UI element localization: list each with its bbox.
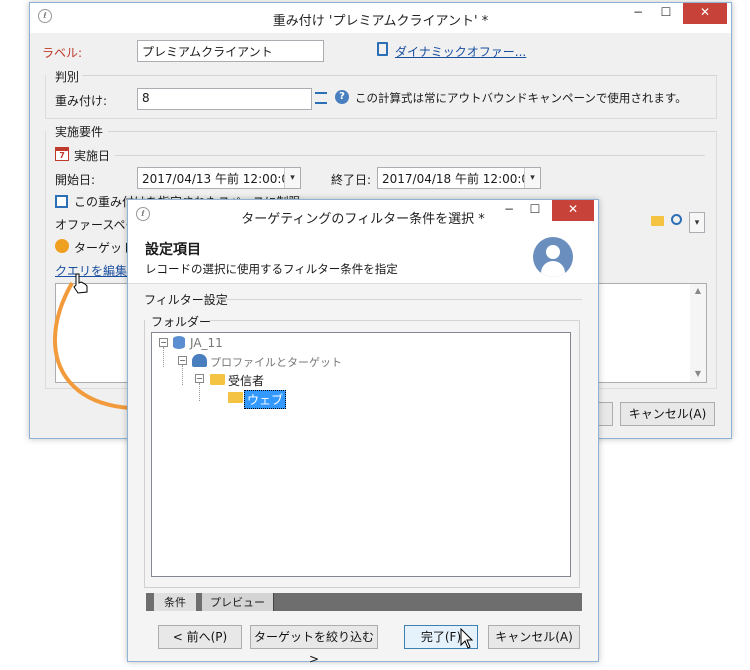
- user-avatar-icon: [533, 237, 573, 277]
- tree-node-recipients[interactable]: 受信者: [228, 372, 264, 389]
- dialog-close-button[interactable]: ✕: [552, 200, 594, 221]
- tree-node-profiles[interactable]: プロファイルとターゲット: [210, 354, 342, 370]
- dialog-titlebar: ℓ ターゲティングのフィルター条件を選択 * − ☐ ✕: [128, 200, 598, 230]
- tree-connector: [182, 365, 183, 385]
- recipients-folder-icon: [210, 374, 225, 385]
- tab-conditions[interactable]: 条件: [154, 593, 196, 611]
- hand-cursor-icon: [73, 273, 88, 294]
- header-title: 設定項目: [145, 242, 201, 258]
- filter-dialog: ℓ ターゲティングのフィルター条件を選択 * − ☐ ✕ 設定項目 レコードの選…: [127, 199, 599, 666]
- tab-bar: 条件 プレビュー: [146, 593, 582, 611]
- tree-expander-recipients[interactable]: −: [195, 374, 204, 383]
- tree-connector: [163, 347, 164, 367]
- divider: [214, 299, 582, 300]
- dialog-header: 設定項目 レコードの選択に使用するフィルター条件を指定: [128, 230, 598, 284]
- profiles-icon: [192, 354, 207, 367]
- tab-preview[interactable]: プレビュー: [202, 593, 274, 611]
- tree-node-web[interactable]: ウェブ: [244, 390, 287, 409]
- web-folder-icon: [228, 392, 243, 403]
- tree-connector: [199, 383, 200, 401]
- arrow-cursor-icon: [460, 628, 474, 649]
- dialog-maximize-button[interactable]: ☐: [522, 200, 548, 221]
- tree-expander-root[interactable]: −: [159, 338, 168, 347]
- database-icon: [173, 336, 185, 349]
- tree-expander-profiles[interactable]: −: [178, 356, 187, 365]
- back-button[interactable]: < 前へ(P): [158, 625, 242, 649]
- divider: [210, 320, 580, 321]
- folder-tree[interactable]: − JA_11 − プロファイルとターゲット − 受信者 ウェブ: [151, 332, 571, 577]
- dialog-cancel-button[interactable]: キャンセル(A): [488, 625, 580, 649]
- narrow-target-button[interactable]: ターゲットを絞り込む>: [250, 625, 378, 666]
- header-subtitle: レコードの選択に使用するフィルター条件を指定: [145, 262, 398, 276]
- tree-node-root[interactable]: JA_11: [190, 336, 223, 350]
- dialog-minimize-button[interactable]: −: [496, 200, 522, 221]
